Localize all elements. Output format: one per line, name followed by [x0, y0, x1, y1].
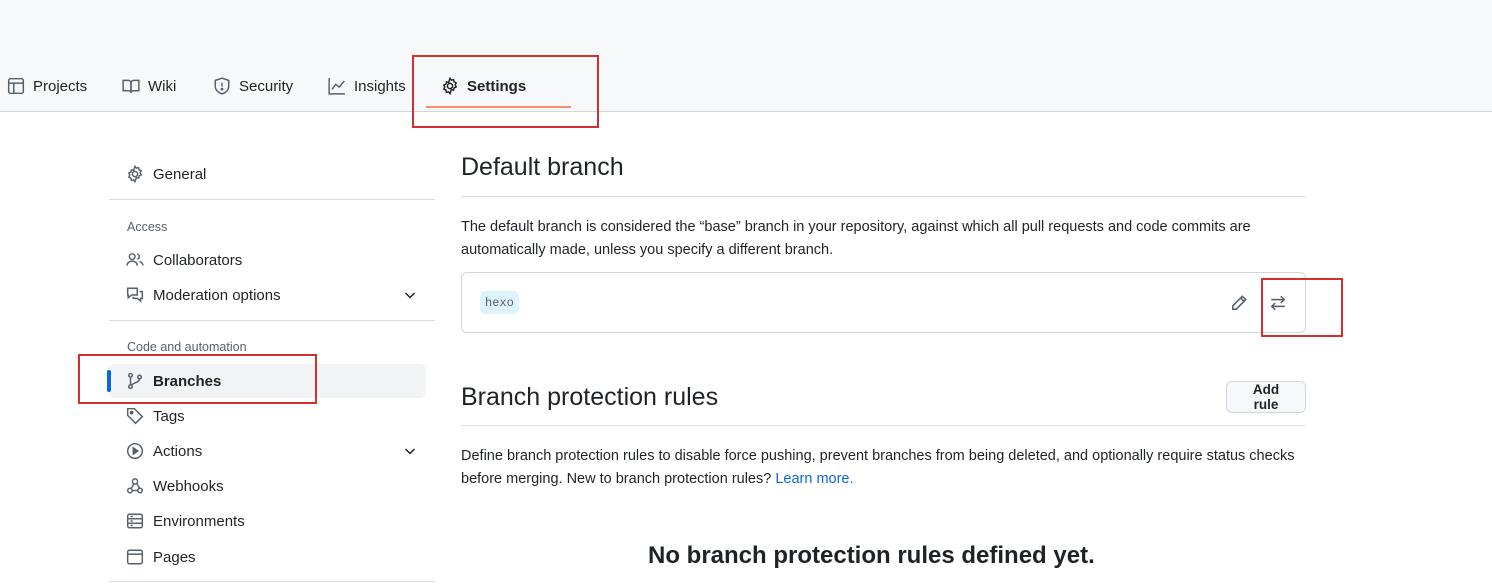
add-rule-button[interactable]: Add rule [1226, 381, 1306, 413]
sidebar-divider [109, 320, 435, 321]
protection-description-text: Define branch protection rules to disabl… [461, 448, 1295, 487]
branch-name-label: hexo [480, 291, 519, 314]
sidebar-item-general[interactable]: General [109, 157, 426, 191]
tab-label: Security [239, 77, 294, 95]
protection-description: Define branch protection rules to disabl… [461, 445, 1306, 491]
sidebar-item-pages[interactable]: Pages [109, 540, 426, 574]
sidebar-item-environments[interactable]: Environments [109, 504, 426, 538]
tab-security[interactable]: Security [213, 66, 293, 106]
sidebar-item-label: Tags [153, 407, 185, 425]
browser-icon [126, 548, 144, 566]
protection-heading: Branch protection rules [461, 383, 719, 411]
heading-divider [461, 425, 1306, 426]
table-icon [7, 77, 25, 95]
shield-icon [213, 77, 231, 95]
sidebar-divider [109, 199, 435, 200]
default-branch-description: The default branch is considered the “ba… [461, 219, 1251, 258]
repo-header: Projects Wiki Security Insights Settings [0, 0, 1492, 112]
people-icon [126, 251, 144, 269]
tab-label: Projects [33, 77, 88, 95]
sidebar-divider [109, 581, 435, 582]
gear-icon [441, 77, 459, 95]
tab-wiki[interactable]: Wiki [122, 66, 176, 106]
play-icon [126, 442, 144, 460]
tab-label: Settings [467, 77, 527, 95]
sidebar-section-access: Access [127, 220, 168, 234]
tag-icon [126, 407, 144, 425]
arrow-switch-icon[interactable] [1264, 289, 1292, 317]
default-branch-box: hexo [461, 272, 1306, 333]
tab-projects[interactable]: Projects [7, 66, 87, 106]
sidebar-item-tags[interactable]: Tags [109, 399, 426, 433]
gear-icon [126, 165, 144, 183]
sidebar-item-webhooks[interactable]: Webhooks [109, 469, 426, 503]
sidebar-item-branches[interactable]: Branches [107, 364, 426, 398]
sidebar-item-label: Webhooks [153, 477, 224, 495]
comment-discussion-icon [126, 286, 144, 304]
tab-settings[interactable]: Settings [426, 66, 572, 108]
sidebar-item-label: Moderation options [153, 286, 281, 304]
tab-insights[interactable]: Insights [328, 66, 406, 106]
pencil-icon[interactable] [1225, 289, 1253, 317]
sidebar-item-label: Environments [153, 512, 245, 530]
git-branch-icon [126, 372, 144, 390]
heading-divider [461, 196, 1306, 197]
sidebar-item-label: General [153, 165, 207, 183]
default-branch-heading: Default branch [461, 153, 624, 181]
chevron-down-icon[interactable] [402, 287, 418, 303]
active-indicator [107, 370, 111, 392]
sidebar-item-moderation[interactable]: Moderation options [109, 278, 426, 312]
sidebar-item-collaborators[interactable]: Collaborators [109, 243, 426, 277]
server-icon [126, 512, 144, 530]
sidebar-section-code: Code and automation [127, 340, 247, 354]
graph-icon [328, 77, 346, 95]
tab-label: Insights [354, 77, 406, 95]
sidebar-item-label: Pages [153, 548, 196, 566]
sidebar-item-label: Collaborators [153, 251, 243, 269]
webhook-icon [126, 477, 144, 495]
chevron-down-icon[interactable] [402, 443, 418, 459]
book-icon [122, 77, 140, 95]
tab-label: Wiki [148, 77, 177, 95]
active-tab-underline [426, 106, 572, 108]
sidebar-item-label: Branches [153, 372, 222, 390]
sidebar-item-label: Actions [153, 442, 203, 460]
empty-state-title: No branch protection rules defined yet. [648, 542, 1095, 569]
sidebar-item-actions[interactable]: Actions [109, 434, 426, 468]
learn-more-link[interactable]: Learn more. [775, 471, 853, 487]
